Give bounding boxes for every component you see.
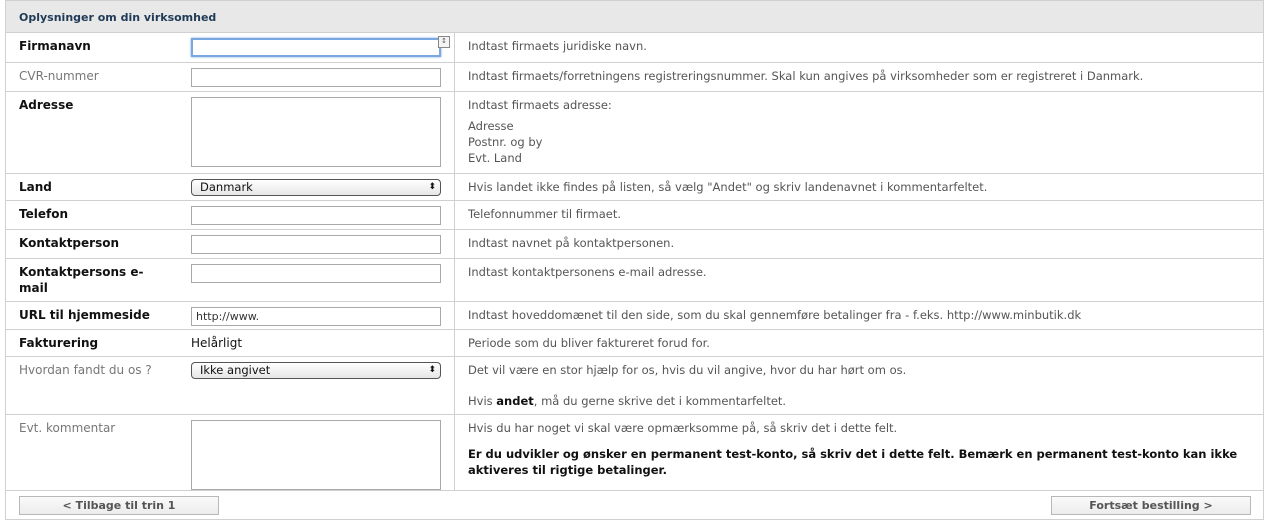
row-country: Land Danmark ⬍ Hvis landet ikke findes p… — [5, 173, 1264, 201]
phone-help: Telefonnummer til firmaet. — [454, 200, 1264, 230]
section-title: Oplysninger om din virksomhed — [19, 11, 217, 24]
cvr-input[interactable] — [191, 68, 441, 87]
company-label: Firmanavn — [5, 32, 179, 63]
found-label: Hvordan fandt du os ? — [5, 356, 179, 415]
found-help-2-post: , må du gerne skrive det i kommentarfelt… — [533, 394, 787, 408]
button-bar: < Tilbage til trin 1 Fortsæt bestilling … — [5, 490, 1264, 520]
address-help-title: Indtast firmaets adresse: — [468, 98, 612, 112]
company-input[interactable] — [191, 38, 441, 57]
comment-help-2: Er du udvikler og ønsker en permanent te… — [468, 447, 1238, 477]
autofill-icon[interactable]: ↕ — [438, 36, 450, 48]
comment-help: Hvis du har noget vi skal være opmærksom… — [454, 414, 1264, 497]
found-help-2-pre: Hvis — [468, 394, 497, 408]
contact-label: Kontaktperson — [5, 229, 179, 259]
found-help-1: Det vil være en stor hjælp for os, hvis … — [468, 363, 907, 377]
comment-label: Evt. kommentar — [5, 414, 179, 497]
address-help-line: Postnr. og by — [468, 135, 543, 149]
found-select[interactable]: Ikke angivet ⬍ — [191, 362, 441, 379]
phone-label: Telefon — [5, 200, 179, 230]
address-help-line: Evt. Land — [468, 151, 522, 165]
cvr-label: CVR-nummer — [5, 62, 179, 92]
select-arrows-icon: ⬍ — [428, 365, 436, 375]
continue-button[interactable]: Fortsæt bestilling > — [1051, 496, 1251, 515]
url-label: URL til hjemmeside — [5, 301, 179, 330]
country-label: Land — [5, 173, 179, 201]
row-comment: Evt. kommentar Hvis du har noget vi skal… — [5, 414, 1264, 497]
found-help-2-bold: andet — [496, 394, 534, 408]
section-header: Oplysninger om din virksomhed — [5, 0, 1264, 32]
comment-textarea[interactable] — [191, 420, 441, 490]
row-cvr: CVR-nummer Indtast firmaets/forretningen… — [5, 62, 1264, 92]
country-selected: Danmark — [200, 180, 253, 194]
comment-help-1: Hvis du har noget vi skal være opmærksom… — [468, 421, 898, 435]
url-input[interactable] — [191, 307, 441, 326]
row-billing: Fakturering Helårligt Periode som du bli… — [5, 329, 1264, 357]
row-company: Firmanavn ↕ Indtast firmaets juridiske n… — [5, 32, 1264, 63]
address-help-line: Adresse — [468, 119, 514, 133]
contact-email-label: Kontaktpersons e-mail — [5, 258, 179, 302]
address-textarea[interactable] — [191, 97, 441, 167]
row-url: URL til hjemmeside Indtast hoveddomænet … — [5, 301, 1264, 330]
contact-email-help: Indtast kontaktpersonens e-mail adresse. — [454, 258, 1264, 302]
country-select[interactable]: Danmark ⬍ — [191, 179, 441, 196]
contact-input[interactable] — [191, 235, 441, 254]
contact-email-input[interactable] — [191, 264, 441, 283]
row-contact: Kontaktperson Indtast navnet på kontaktp… — [5, 229, 1264, 259]
select-arrows-icon: ⬍ — [428, 182, 436, 192]
phone-input[interactable] — [191, 206, 441, 225]
url-help: Indtast hoveddomænet til den side, som d… — [454, 301, 1264, 330]
row-address: Adresse Indtast firmaets adresse: Adress… — [5, 91, 1264, 174]
address-help: Indtast firmaets adresse: Adresse Postnr… — [454, 91, 1264, 174]
found-help: Det vil være en stor hjælp for os, hvis … — [454, 356, 1264, 415]
country-help: Hvis landet ikke findes på listen, så væ… — [454, 173, 1264, 201]
billing-help: Periode som du bliver faktureret forud f… — [454, 329, 1264, 357]
billing-value: Helårligt — [191, 336, 243, 350]
company-help: Indtast firmaets juridiske navn. — [454, 32, 1264, 63]
found-selected: Ikke angivet — [200, 363, 271, 377]
row-phone: Telefon Telefonnummer til firmaet. — [5, 200, 1264, 230]
contact-help: Indtast navnet på kontaktpersonen. — [454, 229, 1264, 259]
billing-label: Fakturering — [5, 329, 179, 357]
cvr-help: Indtast firmaets/forretningens registrer… — [454, 62, 1264, 92]
company-info-table: Firmanavn ↕ Indtast firmaets juridiske n… — [5, 32, 1264, 497]
row-found: Hvordan fandt du os ? Ikke angivet ⬍ Det… — [5, 356, 1264, 415]
back-button[interactable]: < Tilbage til trin 1 — [19, 496, 219, 515]
found-help-2: Hvis andet, må du gerne skrive det i kom… — [468, 393, 1250, 409]
row-contact-email: Kontaktpersons e-mail Indtast kontaktper… — [5, 258, 1264, 302]
address-label: Adresse — [5, 91, 179, 174]
form-container: Oplysninger om din virksomhed Firmanavn … — [5, 0, 1264, 523]
